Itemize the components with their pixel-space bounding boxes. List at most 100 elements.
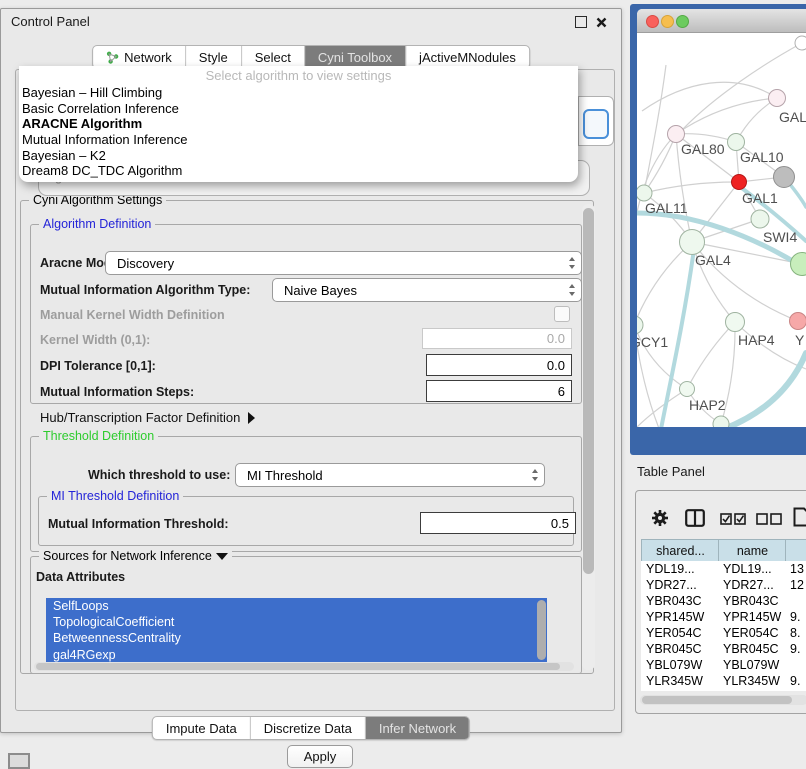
column-header[interactable]: name	[718, 539, 786, 563]
network-edge[interactable]	[644, 182, 739, 193]
mi-threshold-field[interactable]: 0.5	[420, 512, 576, 534]
kernel-width-field[interactable]: 0.0	[422, 328, 572, 349]
network-node-hap2[interactable]	[680, 382, 695, 397]
algorithm-option[interactable]: Mutual Information Inference	[21, 132, 576, 148]
table-row[interactable]: YDR27...YDR27...12	[641, 577, 806, 593]
table-hscrollbar-track[interactable]	[640, 695, 806, 705]
algorithm-option[interactable]: Bayesian – K2	[21, 148, 576, 164]
sources-hscrollbar-track[interactable]	[34, 662, 574, 671]
mi-steps-label: Mutual Information Steps:	[40, 385, 194, 399]
table-cell: YER054C	[718, 626, 790, 640]
data-attribute-item[interactable]: gal4RGexp	[46, 647, 547, 663]
apply-button[interactable]: Apply	[287, 745, 353, 768]
table-row[interactable]: YDL19...YDL19...13	[641, 561, 806, 577]
file-icon[interactable]	[793, 507, 806, 527]
network-node-gcy1[interactable]	[637, 316, 643, 334]
table-cell: YDL19...	[641, 562, 723, 576]
network-node-gal11[interactable]	[637, 185, 652, 201]
hidden-combo-stepper[interactable]	[578, 96, 614, 146]
network-node-gal1[interactable]	[732, 175, 747, 190]
minimize-traffic-light[interactable]	[661, 15, 674, 28]
tab-jactivemnodules[interactable]: jActiveMNodules	[406, 46, 529, 68]
data-attributes-list[interactable]: SelfLoopsTopologicalCoefficientBetweenne…	[46, 598, 547, 663]
table-cell: YPR145W	[718, 610, 790, 624]
tab-impute-data[interactable]: Impute Data	[153, 717, 251, 739]
data-attribute-item[interactable]: TopologicalCoefficient	[46, 614, 547, 630]
table-row[interactable]: YBL079WYBL079W	[641, 657, 806, 673]
network-edge[interactable]	[642, 82, 777, 111]
table-row[interactable]: YBR043CYBR043C	[641, 593, 806, 609]
tab-select[interactable]: Select	[242, 46, 305, 68]
table-cell: YDR27...	[718, 578, 790, 592]
float-window-icon[interactable]	[575, 16, 587, 28]
network-view-inner: GALGAL80GAL10GAL1GAL11SWI4GAL4GCY1HAP4YH…	[637, 9, 806, 427]
stepper-focus-ring	[583, 109, 609, 139]
table-cell: 9.	[785, 610, 806, 624]
tab-infer-network[interactable]: Infer Network	[366, 717, 469, 739]
table-panel-title: Table Panel	[637, 464, 705, 479]
network-node-y-pink[interactable]	[790, 313, 806, 330]
network-node-gal80[interactable]	[668, 126, 685, 143]
gear-icon[interactable]	[651, 509, 669, 527]
close-window-icon[interactable]	[596, 17, 607, 28]
mi-algorithm-type-combo[interactable]: Naive Bayes	[272, 278, 582, 302]
network-edge[interactable]	[687, 322, 735, 389]
network-edge[interactable]	[644, 65, 666, 193]
attributes-list-scrollbar[interactable]	[537, 600, 546, 660]
algorithm-option[interactable]: Basic Correlation Inference	[21, 101, 576, 117]
settings-vscrollbar-track[interactable]	[582, 204, 595, 670]
table-row[interactable]: YPR145WYPR145W9.	[641, 609, 806, 625]
collapsed-panel-icon[interactable]	[8, 753, 30, 769]
network-node-swi4[interactable]	[751, 210, 769, 228]
network-canvas[interactable]: GALGAL80GAL10GAL1GAL11SWI4GAL4GCY1HAP4YH…	[637, 32, 806, 427]
which-threshold-combo[interactable]: MI Threshold	[235, 463, 545, 487]
data-attribute-item[interactable]: SelfLoops	[46, 598, 547, 614]
sources-legend[interactable]: Sources for Network Inference	[39, 549, 232, 563]
sources-legend-text: Sources for Network Inference	[43, 549, 212, 563]
tab-style[interactable]: Style	[186, 46, 242, 68]
table-cell: 0.	[785, 690, 806, 691]
column-header[interactable]: shared...	[641, 539, 719, 563]
tab-discretize-data[interactable]: Discretize Data	[251, 717, 366, 739]
network-node-label: GCY1	[637, 334, 668, 350]
hub-definition-toggle[interactable]: Hub/Transcription Factor Definition	[40, 410, 256, 425]
network-window-titlebar[interactable]	[637, 9, 806, 33]
algorithm-option[interactable]: Bayesian – Hill Climbing	[21, 85, 576, 101]
network-edge[interactable]	[644, 134, 676, 193]
zoom-traffic-light[interactable]	[676, 15, 689, 28]
network-node-label: GAL10	[740, 149, 784, 165]
network-node-hap-bottom[interactable]	[713, 416, 729, 427]
network-edge[interactable]	[676, 98, 777, 134]
table-body[interactable]: YDL19...YDL19...13YDR27...YDR27...12YBR0…	[641, 561, 806, 691]
data-attribute-item[interactable]: BetweennessCentrality	[46, 630, 547, 646]
table-cell: YDL19...	[718, 562, 790, 576]
network-node-hap4[interactable]	[726, 313, 745, 332]
checked-checkboxes-icon[interactable]	[720, 512, 746, 526]
dpi-tolerance-field[interactable]: 0.0	[426, 354, 572, 376]
table-row[interactable]: YBR045CYBR045C9.	[641, 641, 806, 657]
kernel-width-value: 0.0	[547, 331, 565, 346]
network-node-gal4[interactable]	[680, 230, 705, 255]
unchecked-checkboxes-icon[interactable]	[756, 512, 782, 526]
mi-steps-field[interactable]: 6	[426, 380, 572, 402]
tab-network[interactable]: Network	[93, 46, 186, 68]
columns-icon[interactable]	[685, 509, 705, 527]
tab-cyni-toolbox[interactable]: Cyni Toolbox	[305, 46, 406, 68]
network-node-gray-node[interactable]	[774, 167, 795, 188]
aracne-mode-combo[interactable]: Discovery	[105, 251, 582, 275]
network-edge[interactable]	[736, 98, 777, 142]
table-cell: YER054C	[641, 626, 723, 640]
network-node-green-right[interactable]	[791, 253, 806, 276]
table-row[interactable]: YER054CYER054C8.	[641, 625, 806, 641]
algorithm-dropdown-placeholder: Select algorithm to view settings	[19, 68, 578, 83]
network-node-gal10[interactable]	[728, 134, 745, 151]
column-header[interactable]	[785, 539, 806, 563]
algorithm-option[interactable]: ARACNE Algorithm	[21, 116, 576, 132]
network-node-gal-pink[interactable]	[769, 90, 786, 107]
network-node-circle-top[interactable]	[795, 36, 806, 50]
table-row[interactable]: YIL052CYIL052C0.	[641, 689, 806, 691]
table-row[interactable]: YLR345WYLR345W9.	[641, 673, 806, 689]
algorithm-option[interactable]: Dream8 DC_TDC Algorithm	[21, 163, 576, 179]
manual-kernel-width-checkbox[interactable]	[554, 306, 570, 322]
close-traffic-light[interactable]	[646, 15, 659, 28]
